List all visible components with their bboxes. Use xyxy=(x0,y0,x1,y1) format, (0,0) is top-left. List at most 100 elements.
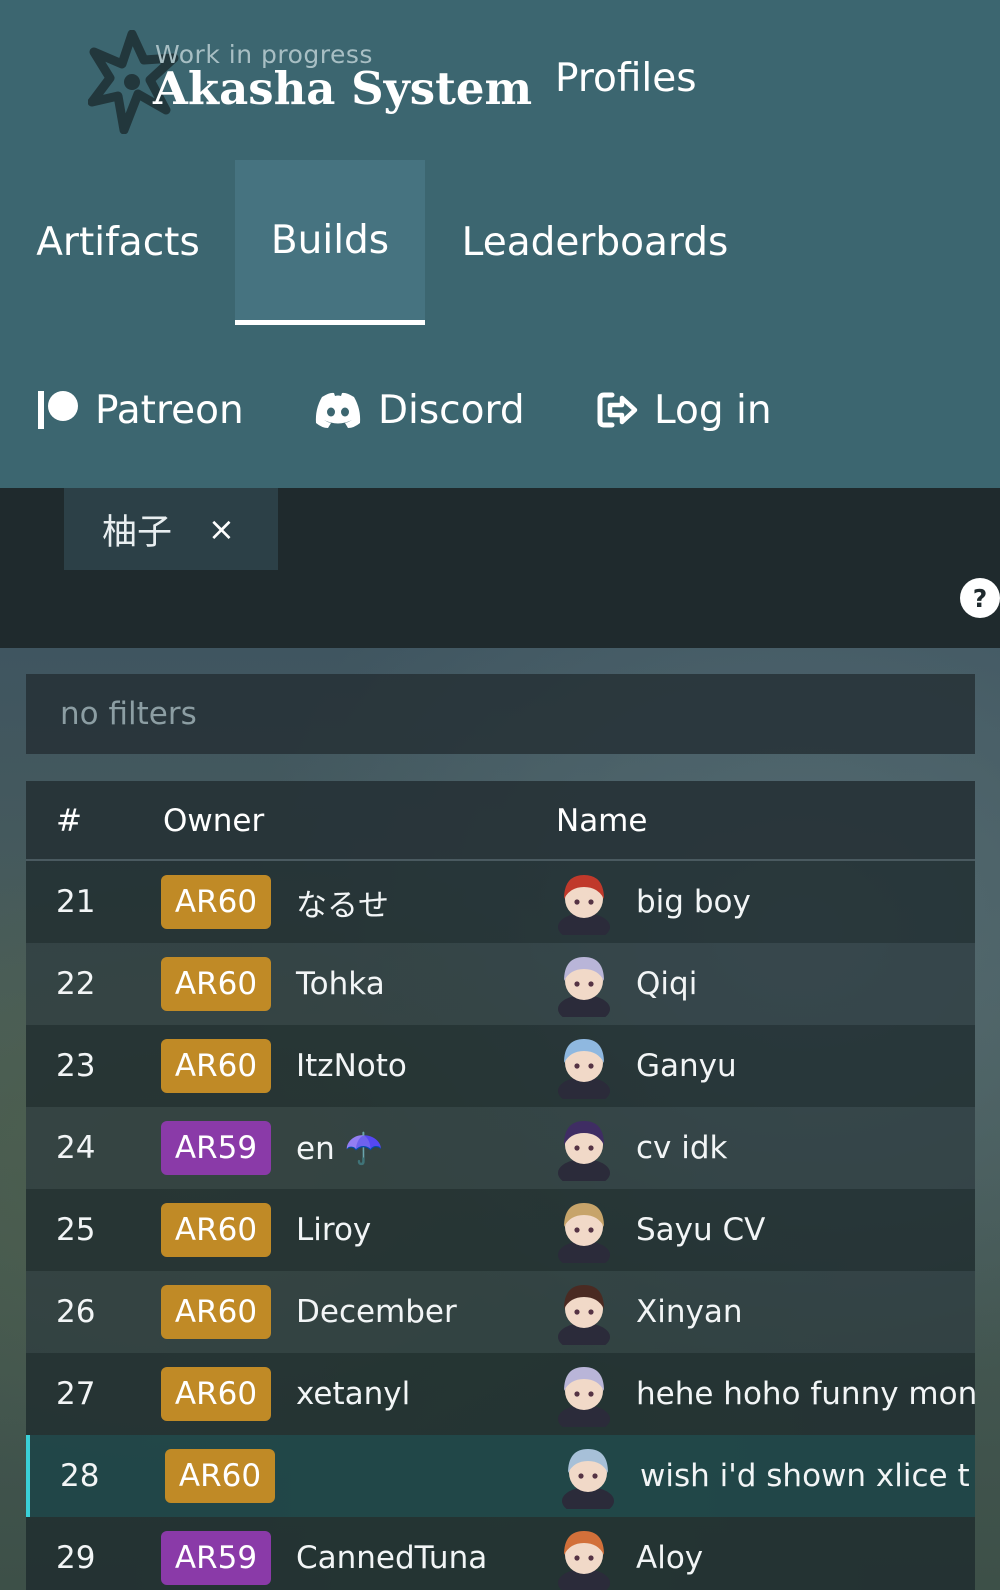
character-portrait-icon xyxy=(558,875,610,935)
row-rank: 25 xyxy=(56,1212,96,1248)
filter-placeholder: no filters xyxy=(60,696,197,732)
filter-input[interactable]: no filters xyxy=(26,674,975,754)
patreon-label: Patreon xyxy=(95,387,244,433)
login-link[interactable]: Log in xyxy=(596,375,772,445)
adventure-rank-badge: AR60 xyxy=(161,1271,271,1353)
character-portrait-icon xyxy=(558,1367,610,1427)
close-icon[interactable]: × xyxy=(208,510,235,548)
row-rank: 24 xyxy=(56,1130,96,1166)
table-header: # Owner Name xyxy=(26,781,975,861)
table-row[interactable]: 29 AR59 CannedTuna Aloy xyxy=(26,1517,975,1590)
build-name[interactable]: Qiqi xyxy=(636,943,697,1025)
ar-badge-label: AR59 xyxy=(161,1121,271,1175)
adventure-rank-badge: AR60 xyxy=(161,1353,271,1435)
table-row[interactable]: 26 AR60 December Xinyan xyxy=(26,1271,975,1353)
table-row[interactable]: 23 AR60 ItzNoto Ganyu xyxy=(26,1025,975,1107)
owner-name[interactable]: CannedTuna xyxy=(296,1517,487,1590)
adventure-rank-badge: AR59 xyxy=(161,1517,271,1590)
table-row[interactable]: 21 AR60 なるせ big boy xyxy=(26,861,975,943)
character-portrait-icon xyxy=(558,1039,610,1099)
column-header-owner[interactable]: Owner xyxy=(163,781,264,861)
discord-link[interactable]: Discord xyxy=(314,375,525,445)
nav-profiles[interactable]: Profiles xyxy=(555,56,697,101)
owner-name[interactable]: en ☂️ xyxy=(296,1107,383,1189)
table-row[interactable]: 22 AR60 Tohka Qiqi xyxy=(26,943,975,1025)
character-filter-chip[interactable]: 柚子 × xyxy=(64,488,278,570)
character-avatar xyxy=(554,1353,614,1435)
adventure-rank-badge: AR60 xyxy=(161,943,271,1025)
patreon-icon xyxy=(38,391,78,429)
row-rank: 23 xyxy=(56,1048,96,1084)
table-row[interactable]: 27 AR60 xetanyl hehe hoho funny mon xyxy=(26,1353,975,1435)
build-name[interactable]: hehe hoho funny mon xyxy=(636,1353,975,1435)
owner-name[interactable]: xetanyl xyxy=(296,1353,410,1435)
builds-content: no filters # Owner Name 21 AR60 なるせ big boy… xyxy=(0,648,1000,1590)
character-portrait-icon xyxy=(558,1531,610,1590)
tab-leaderboards[interactable]: Leaderboards xyxy=(445,160,745,325)
character-avatar xyxy=(554,861,614,943)
table-row[interactable]: 28 AR60 wish i'd shown xlice t xyxy=(26,1435,975,1517)
character-portrait-icon xyxy=(558,957,610,1017)
builds-table: # Owner Name 21 AR60 なるせ big boy 22 AR60 Tohka… xyxy=(26,781,975,1590)
row-rank: 26 xyxy=(56,1294,96,1330)
owner-name[interactable]: なるせ xyxy=(296,861,389,943)
build-name[interactable]: Aloy xyxy=(636,1517,703,1590)
adventure-rank-badge: AR60 xyxy=(161,1189,271,1271)
owner-name[interactable]: Liroy xyxy=(296,1189,371,1271)
row-rank: 22 xyxy=(56,966,96,1002)
character-avatar xyxy=(554,1271,614,1353)
logo[interactable]: Work in progress Akasha System xyxy=(88,26,532,136)
ar-badge-label: AR60 xyxy=(161,1285,271,1339)
character-avatar xyxy=(558,1435,618,1517)
row-rank: 28 xyxy=(60,1458,100,1494)
site-title: Akasha System xyxy=(153,62,533,115)
ar-badge-label: AR60 xyxy=(161,875,271,929)
discord-label: Discord xyxy=(378,387,525,433)
ar-badge-label: AR60 xyxy=(161,1367,271,1421)
row-rank: 29 xyxy=(56,1540,96,1576)
ar-badge-label: AR60 xyxy=(161,1203,271,1257)
ar-badge-label: AR60 xyxy=(165,1449,275,1503)
discord-icon xyxy=(315,392,361,428)
build-name[interactable]: Sayu CV xyxy=(636,1189,765,1271)
top-navigation: Work in progress Akasha System Profiles … xyxy=(0,0,1000,488)
character-avatar xyxy=(554,1025,614,1107)
build-name[interactable]: Xinyan xyxy=(636,1271,743,1353)
ar-badge-label: AR60 xyxy=(161,1039,271,1093)
character-portrait-icon xyxy=(558,1203,610,1263)
ar-badge-label: AR60 xyxy=(161,957,271,1011)
build-name[interactable]: cv idk xyxy=(636,1107,728,1189)
row-rank: 21 xyxy=(56,884,96,920)
table-row[interactable]: 25 AR60 Liroy Sayu CV xyxy=(26,1189,975,1271)
chip-label: 柚子 xyxy=(102,512,173,553)
character-portrait-icon xyxy=(558,1121,610,1181)
column-header-rank[interactable]: # xyxy=(56,781,82,861)
build-name[interactable]: big boy xyxy=(636,861,751,943)
main-tabs: Artifacts Builds Leaderboards xyxy=(0,160,1000,325)
character-portrait-icon xyxy=(558,1285,610,1345)
ar-badge-label: AR59 xyxy=(161,1531,271,1585)
build-name[interactable]: wish i'd shown xlice t xyxy=(640,1435,970,1517)
login-label: Log in xyxy=(654,387,772,433)
character-avatar xyxy=(554,1189,614,1271)
row-rank: 27 xyxy=(56,1376,96,1412)
character-filter-bar: 柚子 × ? xyxy=(0,488,1000,648)
tab-artifacts[interactable]: Artifacts xyxy=(20,160,216,325)
adventure-rank-badge: AR59 xyxy=(161,1107,271,1189)
character-avatar xyxy=(554,943,614,1025)
help-icon[interactable]: ? xyxy=(960,578,1000,618)
character-portrait-icon xyxy=(562,1449,614,1509)
adventure-rank-badge: AR60 xyxy=(161,861,271,943)
patreon-link[interactable]: Patreon xyxy=(37,375,244,445)
owner-name[interactable]: December xyxy=(296,1271,457,1353)
login-icon xyxy=(597,392,638,428)
character-avatar xyxy=(554,1107,614,1189)
tab-builds[interactable]: Builds xyxy=(235,160,425,325)
external-links: Patreon Discord Log in xyxy=(0,375,1000,445)
column-header-name[interactable]: Name xyxy=(556,781,647,861)
owner-name[interactable]: Tohka xyxy=(296,943,385,1025)
table-row[interactable]: 24 AR59 en ☂️ cv idk xyxy=(26,1107,975,1189)
owner-name[interactable]: ItzNoto xyxy=(296,1025,407,1107)
table-body: 21 AR60 なるせ big boy 22 AR60 Tohka Qiqi 23 AR60 Itz… xyxy=(26,861,975,1590)
build-name[interactable]: Ganyu xyxy=(636,1025,737,1107)
